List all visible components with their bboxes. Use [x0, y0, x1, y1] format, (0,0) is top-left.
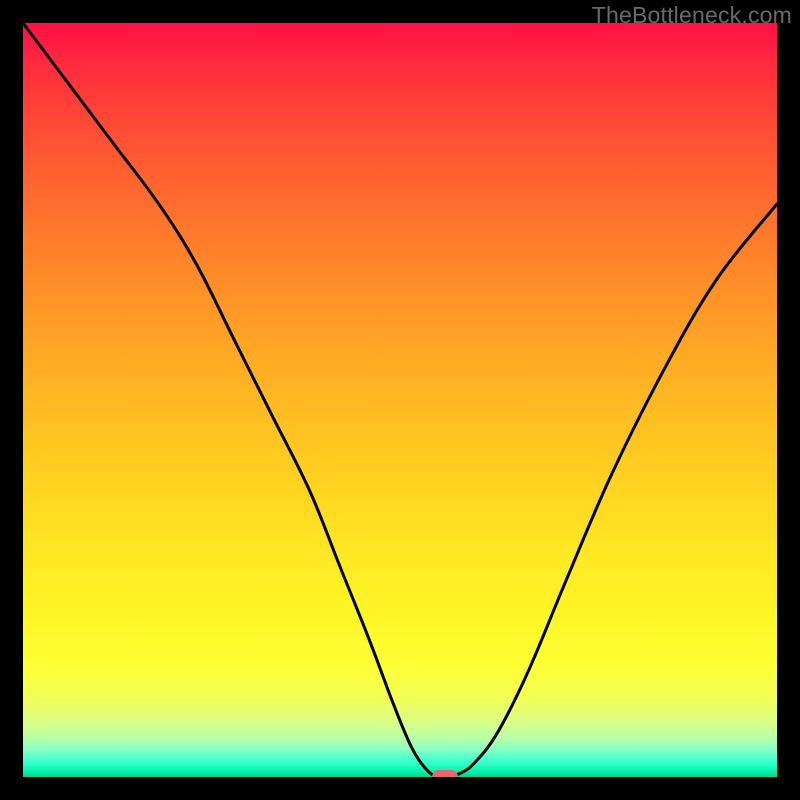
optimal-marker — [432, 770, 458, 777]
curve-svg — [23, 23, 777, 777]
plot-area — [23, 23, 777, 777]
bottleneck-curve-path — [23, 23, 777, 777]
chart-frame: TheBottleneck.com — [0, 0, 800, 800]
